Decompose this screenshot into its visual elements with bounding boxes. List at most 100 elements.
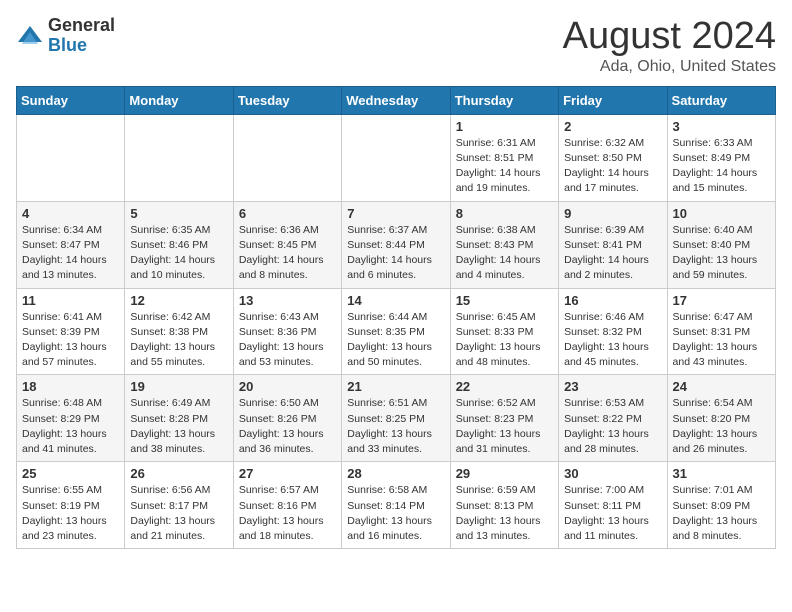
- generalblue-logo-icon: [16, 22, 44, 50]
- day-info: Sunrise: 6:36 AM Sunset: 8:45 PM Dayligh…: [239, 223, 336, 284]
- day-number: 24: [673, 379, 770, 394]
- calendar-cell-1-1: 5Sunrise: 6:35 AM Sunset: 8:46 PM Daylig…: [125, 201, 233, 288]
- day-number: 30: [564, 466, 661, 481]
- day-number: 15: [456, 293, 553, 308]
- day-number: 28: [347, 466, 444, 481]
- calendar-cell-1-2: 6 Sunrise: 6:36 AM Sunset: 8:45 PM Daylig…: [233, 201, 341, 288]
- week-row-3: 11 Sunrise: 6:41 AM Sunset: 8:39 PM Dayli…: [17, 288, 776, 375]
- day-info: Sunrise: 6:40 AM Sunset: 8:40 PM Dayligh…: [673, 223, 770, 284]
- day-number: 27: [239, 466, 336, 481]
- calendar-cell-4-6: 31Sunrise: 7:01 AM Sunset: 8:09 PM Dayli…: [667, 462, 775, 549]
- day-number: 7: [347, 206, 444, 221]
- day-number: 1: [456, 119, 553, 134]
- day-info: Sunrise: 6:50 AM Sunset: 8:26 PM Dayligh…: [239, 396, 336, 457]
- day-info: Sunrise: 6:53 AM Sunset: 8:22 PM Dayligh…: [564, 396, 661, 457]
- calendar-cell-0-6: 3Sunrise: 6:33 AM Sunset: 8:49 PM Daylig…: [667, 114, 775, 201]
- week-row-2: 4 Sunrise: 6:34 AM Sunset: 8:47 PM Daylig…: [17, 201, 776, 288]
- day-number: 26: [130, 466, 227, 481]
- calendar-cell-3-6: 24 Sunrise: 6:54 AM Sunset: 8:20 PM Dayli…: [667, 375, 775, 462]
- day-number: 16: [564, 293, 661, 308]
- col-wednesday: Wednesday: [342, 86, 450, 114]
- calendar-cell-3-2: 20Sunrise: 6:50 AM Sunset: 8:26 PM Dayli…: [233, 375, 341, 462]
- col-thursday: Thursday: [450, 86, 558, 114]
- day-number: 8: [456, 206, 553, 221]
- title-block: August 2024 Ada, Ohio, United States: [563, 16, 776, 76]
- calendar-cell-1-3: 7 Sunrise: 6:37 AM Sunset: 8:44 PM Daylig…: [342, 201, 450, 288]
- calendar-cell-3-4: 22 Sunrise: 6:52 AM Sunset: 8:23 PM Dayli…: [450, 375, 558, 462]
- day-number: 13: [239, 293, 336, 308]
- day-number: 19: [130, 379, 227, 394]
- day-number: 11: [22, 293, 119, 308]
- calendar-cell-4-3: 28Sunrise: 6:58 AM Sunset: 8:14 PM Dayli…: [342, 462, 450, 549]
- day-number: 6: [239, 206, 336, 221]
- col-saturday: Saturday: [667, 86, 775, 114]
- page: General Blue August 2024 Ada, Ohio, Unit…: [0, 0, 792, 559]
- day-number: 25: [22, 466, 119, 481]
- day-info: Sunrise: 6:39 AM Sunset: 8:41 PM Dayligh…: [564, 223, 661, 284]
- day-number: 21: [347, 379, 444, 394]
- calendar-location: Ada, Ohio, United States: [563, 58, 776, 76]
- col-sunday: Sunday: [17, 86, 125, 114]
- calendar-title: August 2024: [563, 16, 776, 58]
- calendar-cell-3-0: 18Sunrise: 6:48 AM Sunset: 8:29 PM Dayli…: [17, 375, 125, 462]
- day-info: Sunrise: 6:43 AM Sunset: 8:36 PM Dayligh…: [239, 310, 336, 371]
- calendar-cell-1-4: 8Sunrise: 6:38 AM Sunset: 8:43 PM Daylig…: [450, 201, 558, 288]
- calendar-cell-2-5: 16Sunrise: 6:46 AM Sunset: 8:32 PM Dayli…: [559, 288, 667, 375]
- day-number: 14: [347, 293, 444, 308]
- day-info: Sunrise: 7:01 AM Sunset: 8:09 PM Dayligh…: [673, 483, 770, 544]
- day-info: Sunrise: 6:56 AM Sunset: 8:17 PM Dayligh…: [130, 483, 227, 544]
- day-info: Sunrise: 6:44 AM Sunset: 8:35 PM Dayligh…: [347, 310, 444, 371]
- day-info: Sunrise: 6:48 AM Sunset: 8:29 PM Dayligh…: [22, 396, 119, 457]
- calendar-cell-4-5: 30Sunrise: 7:00 AM Sunset: 8:11 PM Dayli…: [559, 462, 667, 549]
- calendar-cell-2-0: 11 Sunrise: 6:41 AM Sunset: 8:39 PM Dayli…: [17, 288, 125, 375]
- logo-text: General Blue: [48, 16, 115, 56]
- day-info: Sunrise: 6:32 AM Sunset: 8:50 PM Dayligh…: [564, 136, 661, 197]
- calendar-cell-4-0: 25 Sunrise: 6:55 AM Sunset: 8:19 PM Dayli…: [17, 462, 125, 549]
- day-number: 4: [22, 206, 119, 221]
- header: General Blue August 2024 Ada, Ohio, Unit…: [16, 16, 776, 76]
- calendar-cell-3-5: 23 Sunrise: 6:53 AM Sunset: 8:22 PM Dayli…: [559, 375, 667, 462]
- calendar-cell-4-1: 26 Sunrise: 6:56 AM Sunset: 8:17 PM Dayli…: [125, 462, 233, 549]
- day-number: 3: [673, 119, 770, 134]
- day-number: 12: [130, 293, 227, 308]
- day-number: 17: [673, 293, 770, 308]
- week-row-1: 1 Sunrise: 6:31 AM Sunset: 8:51 PM Daylig…: [17, 114, 776, 201]
- calendar-cell-1-0: 4 Sunrise: 6:34 AM Sunset: 8:47 PM Daylig…: [17, 201, 125, 288]
- calendar-cell-2-1: 12 Sunrise: 6:42 AM Sunset: 8:38 PM Dayli…: [125, 288, 233, 375]
- day-number: 23: [564, 379, 661, 394]
- day-number: 29: [456, 466, 553, 481]
- calendar-cell-2-2: 13 Sunrise: 6:43 AM Sunset: 8:36 PM Dayli…: [233, 288, 341, 375]
- day-number: 9: [564, 206, 661, 221]
- day-info: Sunrise: 6:41 AM Sunset: 8:39 PM Dayligh…: [22, 310, 119, 371]
- day-number: 22: [456, 379, 553, 394]
- calendar-cell-1-5: 9 Sunrise: 6:39 AM Sunset: 8:41 PM Daylig…: [559, 201, 667, 288]
- col-tuesday: Tuesday: [233, 86, 341, 114]
- calendar-cell-3-1: 19Sunrise: 6:49 AM Sunset: 8:28 PM Dayli…: [125, 375, 233, 462]
- day-info: Sunrise: 6:51 AM Sunset: 8:25 PM Dayligh…: [347, 396, 444, 457]
- day-info: Sunrise: 6:37 AM Sunset: 8:44 PM Dayligh…: [347, 223, 444, 284]
- logo-general-text: General: [48, 16, 115, 36]
- day-number: 5: [130, 206, 227, 221]
- day-info: Sunrise: 6:55 AM Sunset: 8:19 PM Dayligh…: [22, 483, 119, 544]
- day-info: Sunrise: 6:52 AM Sunset: 8:23 PM Dayligh…: [456, 396, 553, 457]
- calendar-cell-2-3: 14 Sunrise: 6:44 AM Sunset: 8:35 PM Dayli…: [342, 288, 450, 375]
- day-number: 2: [564, 119, 661, 134]
- week-row-5: 25 Sunrise: 6:55 AM Sunset: 8:19 PM Dayli…: [17, 462, 776, 549]
- day-info: Sunrise: 6:47 AM Sunset: 8:31 PM Dayligh…: [673, 310, 770, 371]
- col-monday: Monday: [125, 86, 233, 114]
- calendar-cell-2-4: 15 Sunrise: 6:45 AM Sunset: 8:33 PM Dayli…: [450, 288, 558, 375]
- calendar-cell-0-1: [125, 114, 233, 201]
- calendar-cell-1-6: 10 Sunrise: 6:40 AM Sunset: 8:40 PM Dayli…: [667, 201, 775, 288]
- logo: General Blue: [16, 16, 115, 56]
- calendar-table: Sunday Monday Tuesday Wednesday Thursday…: [16, 86, 776, 549]
- day-number: 10: [673, 206, 770, 221]
- day-info: Sunrise: 6:57 AM Sunset: 8:16 PM Dayligh…: [239, 483, 336, 544]
- day-info: Sunrise: 6:31 AM Sunset: 8:51 PM Dayligh…: [456, 136, 553, 197]
- day-info: Sunrise: 6:45 AM Sunset: 8:33 PM Dayligh…: [456, 310, 553, 371]
- day-info: Sunrise: 6:34 AM Sunset: 8:47 PM Dayligh…: [22, 223, 119, 284]
- calendar-cell-0-5: 2 Sunrise: 6:32 AM Sunset: 8:50 PM Daylig…: [559, 114, 667, 201]
- day-info: Sunrise: 6:42 AM Sunset: 8:38 PM Dayligh…: [130, 310, 227, 371]
- calendar-cell-2-6: 17 Sunrise: 6:47 AM Sunset: 8:31 PM Dayli…: [667, 288, 775, 375]
- calendar-cell-0-4: 1 Sunrise: 6:31 AM Sunset: 8:51 PM Daylig…: [450, 114, 558, 201]
- day-info: Sunrise: 6:54 AM Sunset: 8:20 PM Dayligh…: [673, 396, 770, 457]
